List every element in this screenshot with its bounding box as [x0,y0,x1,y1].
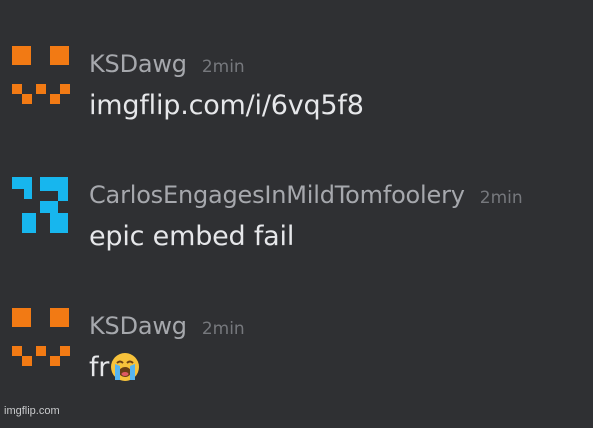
message-header: CarlosEngagesInMildTomfoolery 2min [89,181,523,209]
username[interactable]: KSDawg [89,312,187,340]
message-text: fr [89,352,140,389]
watermark: imgflip.com [4,405,60,417]
orange-pixel-face-icon[interactable] [12,308,70,366]
timestamp: 2min [479,188,523,208]
timestamp: 2min [201,319,245,339]
message-text: imgflip.com/i/6vq5f8 [89,90,364,121]
chat-message: CarlosEngagesInMildTomfoolery 2min epic … [0,177,593,297]
orange-pixel-face-icon[interactable] [12,46,70,104]
message-text: epic embed fail [89,221,295,252]
timestamp: 2min [201,57,245,77]
chat-frame: KSDawg 2min imgflip.com/i/6vq5f8 CarlosE… [0,0,593,420]
message-header: KSDawg 2min [89,50,245,78]
message-text-content: fr [89,352,110,383]
message-header: KSDawg 2min [89,312,245,340]
loudly-crying-face-icon [110,352,140,389]
blue-pixel-face-icon[interactable] [12,177,70,235]
username[interactable]: CarlosEngagesInMildTomfoolery [89,181,465,209]
chat-message: KSDawg 2min imgflip.com/i/6vq5f8 [0,46,593,166]
chat-message: KSDawg 2min fr [0,308,593,428]
username[interactable]: KSDawg [89,50,187,78]
